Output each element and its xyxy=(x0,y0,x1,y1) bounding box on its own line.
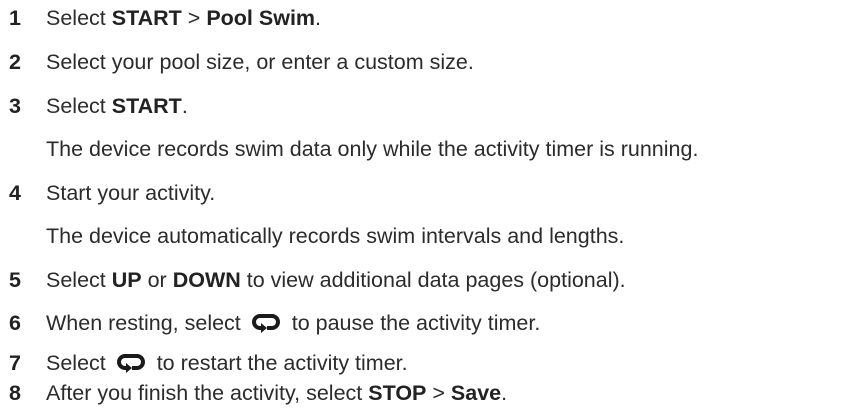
ui-label: Save xyxy=(450,381,502,405)
step-text: After you finish the activity, select ST… xyxy=(46,381,508,405)
step-text: Select START > Pool Swim. xyxy=(46,6,322,30)
step-text: Select your pool size, or enter a custom… xyxy=(46,50,474,74)
step-number: 2 xyxy=(9,50,21,74)
step-text: When resting, select to pause the activi… xyxy=(46,311,541,335)
step-number: 7 xyxy=(9,351,21,375)
instruction-steps-list: 1 Select START > Pool Swim. 2 Select you… xyxy=(0,0,858,405)
ui-label: START xyxy=(111,6,182,30)
step-number: 5 xyxy=(9,268,21,292)
step-number: 4 xyxy=(9,181,21,205)
step-text: Select UP or DOWN to view additional dat… xyxy=(46,268,626,292)
step-note: The device records swim data only while … xyxy=(46,137,699,161)
ui-label: DOWN xyxy=(172,268,241,292)
step-number: 6 xyxy=(9,311,21,335)
step-number: 3 xyxy=(9,94,21,118)
ui-label: START xyxy=(111,94,182,118)
ui-label: UP xyxy=(111,268,142,292)
step-text: Select to restart the activity timer. xyxy=(46,351,408,375)
step-text: Start your activity. xyxy=(46,181,216,205)
step-text: Select START. xyxy=(46,94,188,118)
lap-loop-icon xyxy=(116,354,145,373)
ui-label: STOP xyxy=(368,381,427,405)
step-note: The device automatically records swim in… xyxy=(46,224,625,248)
step-number: 1 xyxy=(9,6,21,30)
step-number: 8 xyxy=(9,381,21,405)
ui-label: Pool Swim xyxy=(206,6,316,30)
lap-loop-icon xyxy=(251,314,280,333)
